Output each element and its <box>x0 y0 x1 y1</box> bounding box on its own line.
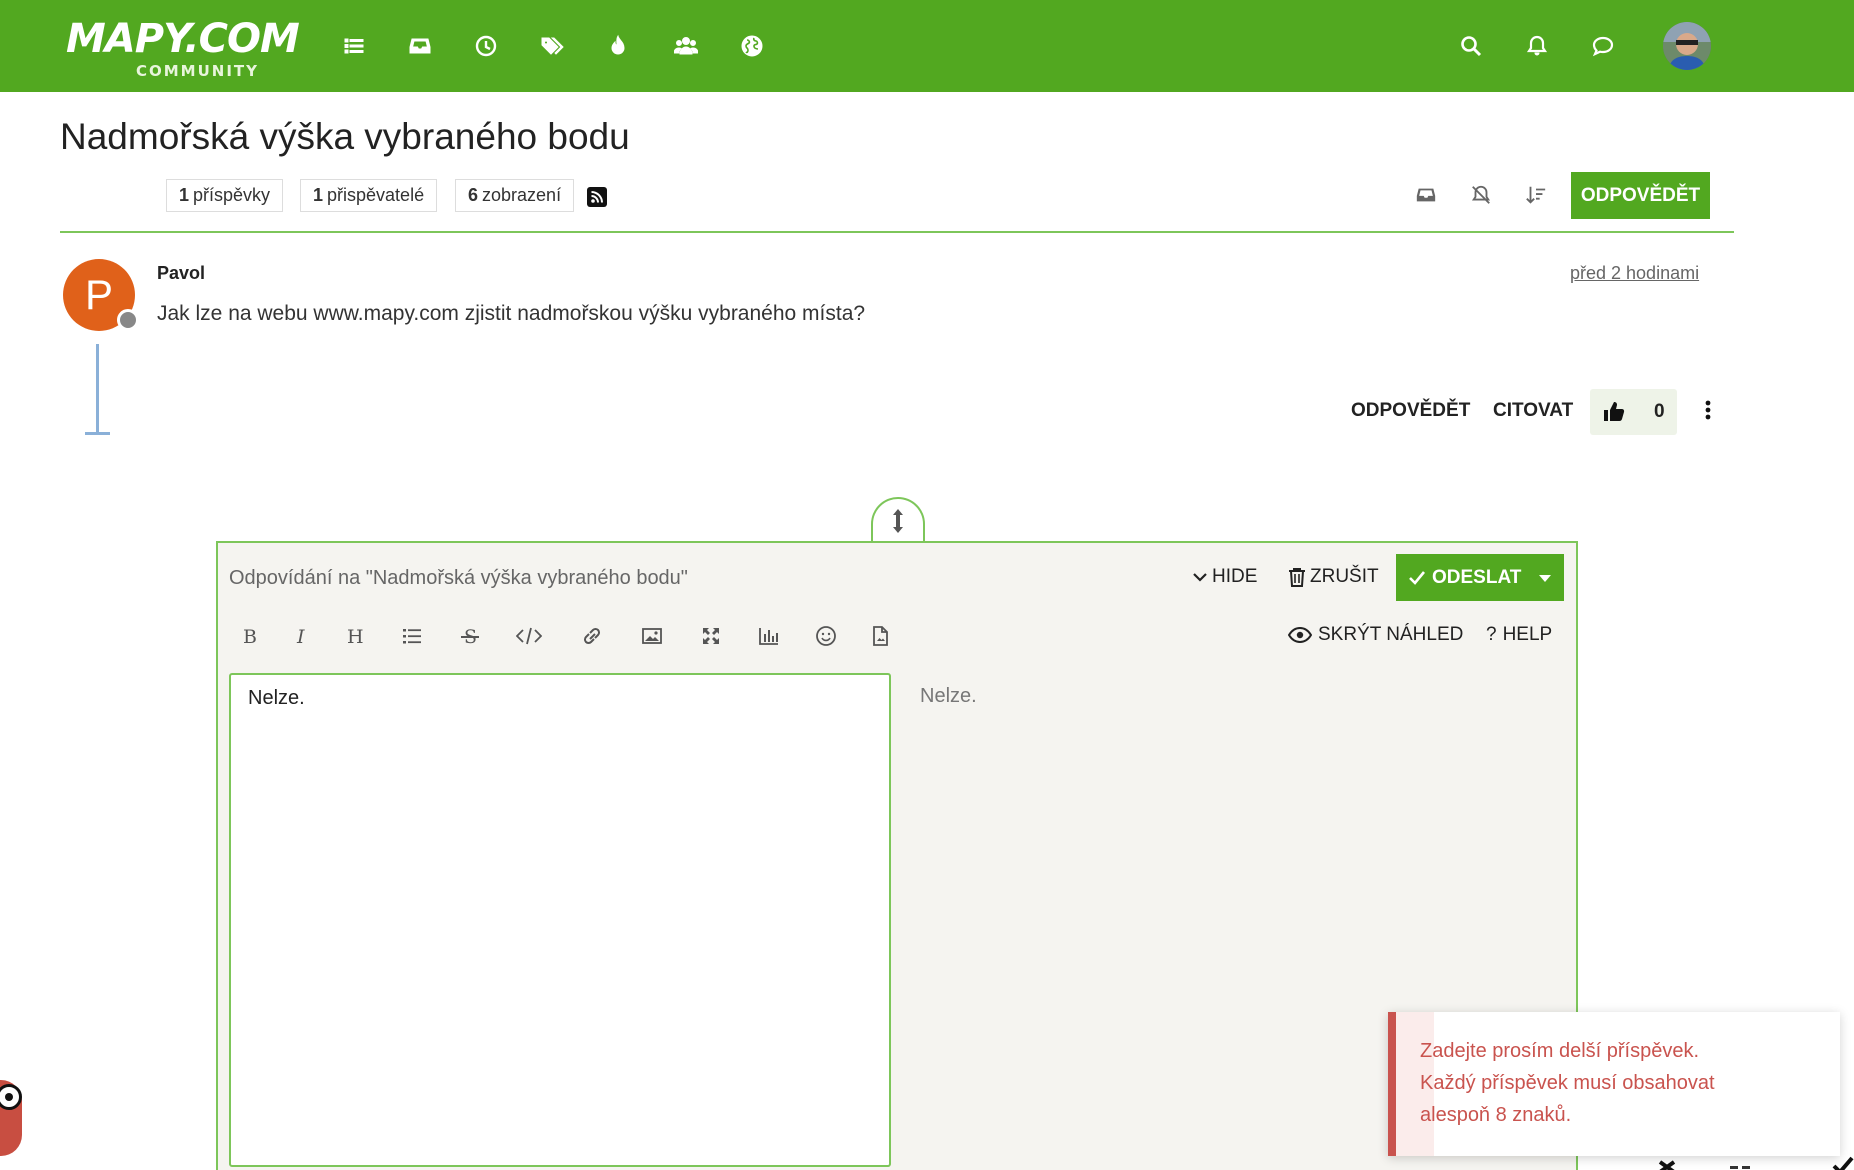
stat-posts: 1 příspěvky <box>166 179 284 212</box>
toast-line-3: alespoň 8 znaků. <box>1420 1104 1572 1126</box>
help-button[interactable]: ? HELP <box>1486 624 1552 646</box>
image-icon[interactable] <box>634 620 670 652</box>
cancel-label: ZRUŠIT <box>1310 566 1379 587</box>
like-button[interactable]: 0 <box>1590 389 1677 435</box>
toast-line-1: Zadejte prosím delší příspěvek. <box>1420 1040 1700 1062</box>
hide-label: HIDE <box>1212 566 1258 587</box>
bottom-toolbar-fragment <box>1646 1148 1854 1170</box>
status-dot <box>117 309 139 331</box>
logo-sub-text: COMMUNITY <box>136 62 260 80</box>
globe-icon[interactable] <box>734 28 770 64</box>
reply-preview: Nelze. <box>920 685 977 707</box>
check-icon <box>1409 570 1426 585</box>
list-icon[interactable] <box>336 28 372 64</box>
users-icon[interactable] <box>668 28 704 64</box>
stat-views-label: zobrazení <box>482 185 562 205</box>
clock-icon[interactable] <box>468 28 504 64</box>
submit-label: ODESLAT <box>1432 566 1522 588</box>
question-icon: ? <box>1486 624 1497 645</box>
toast-accent <box>1388 1012 1396 1156</box>
thumbs-up-icon <box>1604 402 1625 421</box>
stat-posts-label: příspěvky <box>193 185 271 205</box>
reply-topic-button[interactable]: ODPOVĚDĚT <box>1571 172 1710 219</box>
stat-participants-label: přispěvatelé <box>327 185 425 205</box>
link-icon[interactable] <box>574 620 610 652</box>
toast-line-2: Každý příspěvek musí obsahovat <box>1420 1072 1715 1094</box>
reply-editor[interactable] <box>229 673 891 1167</box>
composer-resize-handle[interactable] <box>871 497 925 543</box>
fullscreen-icon[interactable] <box>693 620 729 652</box>
svg-text:H: H <box>347 626 364 647</box>
svg-text:I: I <box>296 626 305 647</box>
mark-read-icon[interactable] <box>1409 178 1443 212</box>
strikethrough-icon[interactable]: S <box>452 620 488 652</box>
chevron-down-icon <box>1193 573 1207 582</box>
post-time[interactable]: před 2 hodinami <box>1570 263 1699 284</box>
chat-icon[interactable] <box>1585 28 1621 64</box>
thread-line-end <box>85 432 110 435</box>
trash-icon <box>1289 568 1305 587</box>
bold-icon[interactable]: B <box>231 620 267 652</box>
top-navbar: MAPY.COM COMMUNITY <box>0 0 1854 92</box>
divider <box>60 231 1734 233</box>
toggle-preview-button[interactable]: SKRÝT NÁHLED <box>1288 624 1463 646</box>
post-body: Jak lze na webu www.mapy.com zjistit nad… <box>157 302 866 325</box>
thread-line <box>96 344 99 432</box>
composer-title: Odpovídání na "Nadmořská výška vybraného… <box>229 567 688 589</box>
rss-icon[interactable] <box>587 187 607 207</box>
submit-options-icon[interactable] <box>1526 554 1564 601</box>
sort-icon[interactable] <box>1519 178 1553 212</box>
cancel-composer-button[interactable]: ZRUŠIT <box>1288 566 1379 588</box>
stat-participants: 1 přispěvatelé <box>300 179 438 212</box>
chart-icon[interactable] <box>751 620 787 652</box>
post-quote-button[interactable]: CITOVAT <box>1493 400 1573 422</box>
stat-participants-count: 1 <box>313 185 324 205</box>
toggle-preview-label: SKRÝT NÁHLED <box>1318 624 1464 645</box>
page-title: Nadmořská výška vybraného bodu <box>60 116 630 157</box>
user-avatar[interactable] <box>1663 22 1711 70</box>
stat-posts-count: 1 <box>179 185 190 205</box>
code-icon[interactable] <box>511 620 547 652</box>
bell-off-icon[interactable] <box>1464 178 1498 212</box>
inbox-icon[interactable] <box>402 28 438 64</box>
hide-composer-button[interactable]: HIDE <box>1192 566 1257 588</box>
heading-icon[interactable]: H <box>337 620 373 652</box>
tags-icon[interactable] <box>534 28 570 64</box>
fire-icon[interactable] <box>600 28 636 64</box>
svg-text:B: B <box>243 626 257 647</box>
stat-views-count: 6 <box>468 185 479 205</box>
help-label: HELP <box>1502 624 1553 645</box>
submit-reply-button[interactable]: ODESLAT <box>1396 554 1564 601</box>
resize-arrows-icon <box>893 509 903 533</box>
search-icon[interactable] <box>1453 28 1489 64</box>
eye-icon <box>1288 626 1312 644</box>
like-count: 0 <box>1654 401 1665 422</box>
file-icon[interactable] <box>862 620 898 652</box>
emoji-icon[interactable] <box>808 620 844 652</box>
post-reply-button[interactable]: ODPOVĚDĚT <box>1351 400 1470 422</box>
list-icon[interactable] <box>394 620 430 652</box>
bell-icon[interactable] <box>1519 28 1555 64</box>
site-logo[interactable]: MAPY.COM COMMUNITY <box>66 14 300 80</box>
stat-views: 6 zobrazení <box>455 179 575 212</box>
more-options-icon[interactable] <box>1698 398 1718 426</box>
logo-main-text: MAPY.COM <box>66 16 300 62</box>
error-toast[interactable]: Zadejte prosím delší příspěvek. Každý př… <box>1388 1012 1840 1156</box>
italic-icon[interactable]: I <box>284 620 320 652</box>
post-author-name[interactable]: Pavol <box>157 263 205 284</box>
